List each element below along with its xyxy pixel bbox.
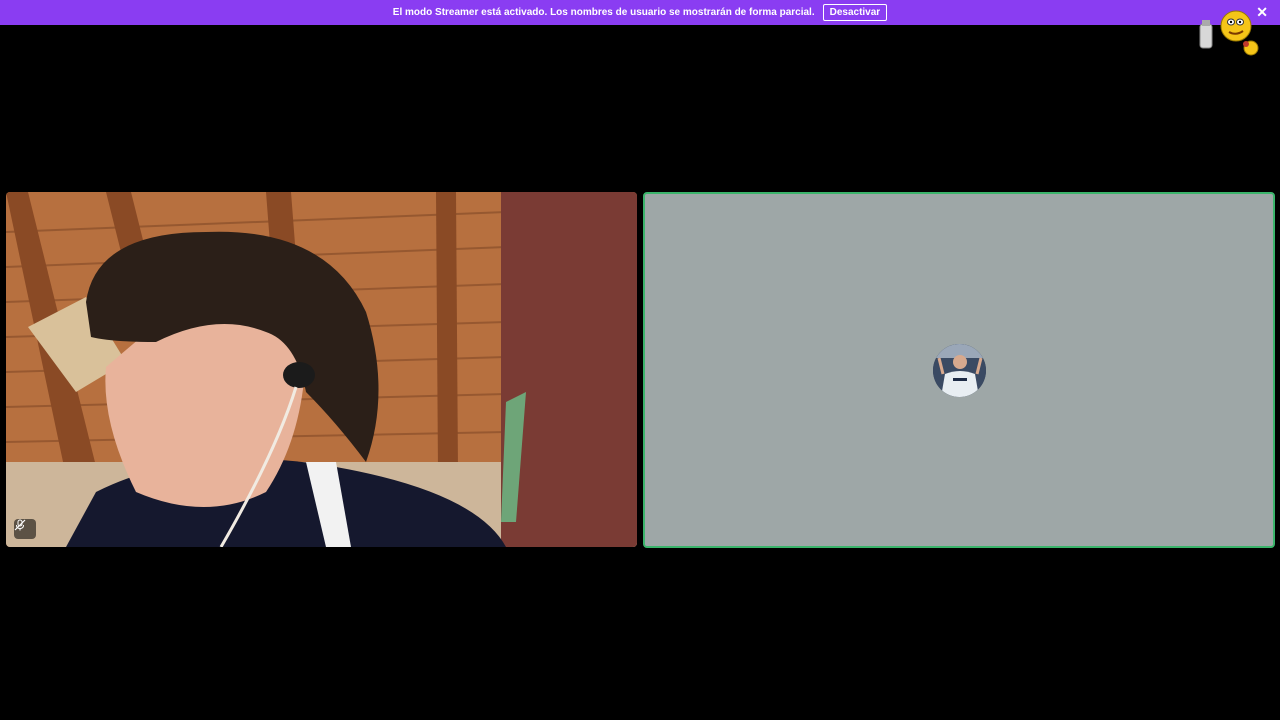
mic-muted-icon[interactable]: [14, 519, 36, 539]
deactivate-button[interactable]: Desactivar: [822, 4, 888, 21]
streamer-mode-banner: El modo Streamer está activado. Los nomb…: [0, 0, 1280, 25]
avatar[interactable]: [933, 344, 986, 397]
avatar-image: [933, 344, 986, 397]
sticker-emoji-icon: [1199, 10, 1259, 56]
banner-message: El modo Streamer está activado. Los nomb…: [392, 7, 815, 18]
participant-tile[interactable]: [643, 192, 1275, 548]
camera-video-tile[interactable]: [6, 192, 637, 547]
camera-feed-image: [6, 192, 637, 547]
